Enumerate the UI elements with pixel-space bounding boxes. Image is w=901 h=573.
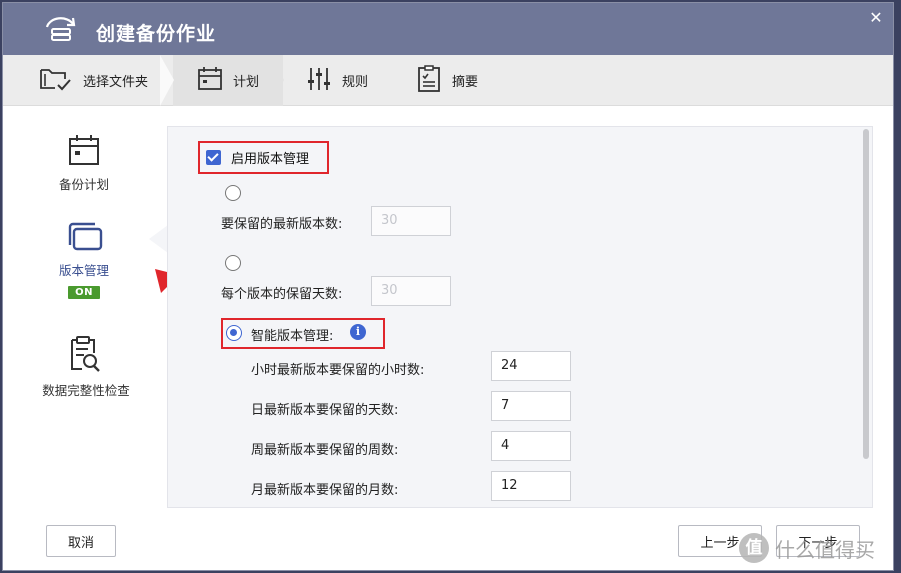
keep-version-count-input[interactable]: 30 [371,206,451,236]
radio-keep-version-days[interactable] [225,255,241,271]
step-label: 选择文件夹 [83,75,149,90]
step-separator [270,55,284,106]
sidebar-item-label: 版本管理 [58,263,109,278]
sidebar-item-label: 数据完整性检查 [42,383,130,398]
sidebar-item-versioning[interactable]: 版本管理 ON [3,219,165,299]
calendar-icon [197,66,223,96]
smart-versioning-label: 智能版本管理: [251,329,334,344]
cancel-button[interactable]: 取消 [46,525,116,557]
step-separator [160,55,174,106]
step-label: 摘要 [452,75,479,90]
monthly-keep-label: 月最新版本要保留的月数: [251,483,399,498]
close-button[interactable]: ✕ [867,9,885,27]
daily-keep-input[interactable]: 7 [491,391,571,421]
panel-pointer [149,225,168,253]
sidebar-item-data-integrity[interactable]: 数据完整性检查 [3,335,165,399]
monthly-keep-input[interactable]: 12 [491,471,571,501]
radio-keep-version-count[interactable] [225,185,241,201]
info-icon[interactable]: i [350,324,366,340]
wizard-steps: 选择文件夹 计划 规则 摘要 [3,55,893,106]
on-status-badge: ON [68,286,100,299]
enable-versioning-checkbox[interactable] [206,150,221,165]
enable-versioning-highlight: 启用版本管理 [198,141,329,174]
folder-check-icon [39,66,73,96]
step-schedule[interactable]: 计划 [197,55,259,106]
watermark-text: 什么值得买 [775,537,875,562]
keep-version-days-input[interactable]: 30 [371,276,451,306]
sidebar-item-backup-schedule[interactable]: 备份计划 [3,133,165,193]
dialog-title: 创建备份作业 [96,23,217,45]
versions-icon [64,219,104,256]
watermark: 值 什么值得买 [739,533,875,563]
keep-version-days-label: 每个版本的保留天数: [221,287,343,302]
step-select-folder[interactable]: 选择文件夹 [39,55,148,106]
backup-cloud-icon [43,15,79,47]
watermark-logo: 值 [739,533,769,563]
clipboard-list-icon [416,64,442,97]
weekly-keep-label: 周最新版本要保留的周数: [251,443,399,458]
title-bar: 创建备份作业 ✕ [3,3,893,55]
hourly-keep-input[interactable]: 24 [491,351,571,381]
settings-sidebar: 备份计划 版本管理 ON 数据完整性检查 [3,107,165,507]
calendar-icon [67,133,101,170]
weekly-keep-input[interactable]: 4 [491,431,571,461]
sidebar-item-label: 备份计划 [58,177,109,192]
step-label: 计划 [233,75,260,90]
panel-scrollbar[interactable] [863,129,869,459]
hourly-keep-label: 小时最新版本要保留的小时数: [251,363,425,378]
enable-versioning-label: 启用版本管理 [231,152,310,167]
step-rules[interactable]: 规则 [306,55,368,106]
create-backup-job-dialog: 创建备份作业 ✕ 选择文件夹 计划 规则 摘要 备份计划 版本管理 ON 数据完… [2,2,894,571]
daily-keep-label: 日最新版本要保留的天数: [251,403,399,418]
step-summary[interactable]: 摘要 [416,55,478,106]
sliders-icon [306,66,332,96]
step-label: 规则 [342,75,369,90]
app-frame: 创建备份作业 ✕ 选择文件夹 计划 规则 摘要 备份计划 版本管理 ON 数据完… [0,0,901,573]
document-search-icon [66,335,102,376]
radio-smart-versioning[interactable] [226,325,242,341]
keep-version-count-label: 要保留的最新版本数: [221,217,343,232]
